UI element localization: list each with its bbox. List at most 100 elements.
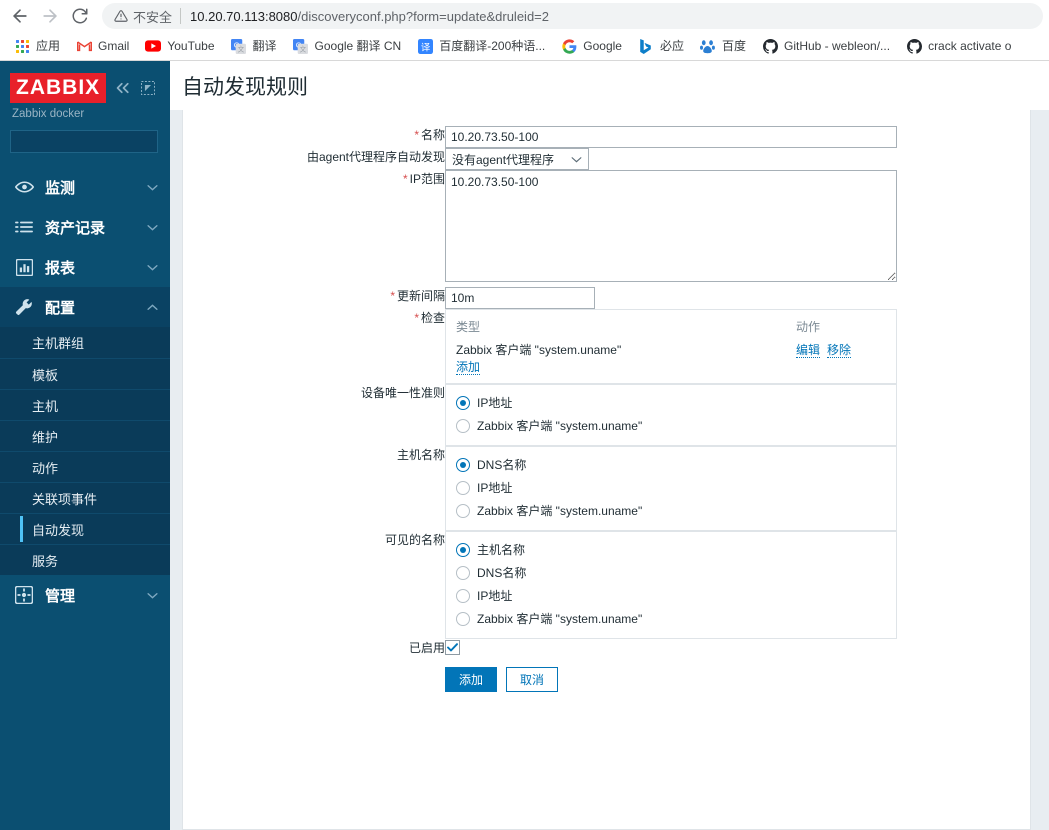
zabbix-logo[interactable]: ZABBIX bbox=[10, 73, 107, 103]
form-row-visiblename: 可见的名称 主机名称 DNS名称 IP地址 Zabbix 客户端 "system… bbox=[183, 531, 1030, 640]
interval-field-cell bbox=[445, 287, 1030, 310]
url-path: /discoveryconf.php?form=update&druleid=2 bbox=[297, 8, 550, 24]
sidebar-item-monitoring[interactable]: 监测 bbox=[0, 167, 170, 207]
iprange-label-cell: * IP范围 bbox=[183, 170, 445, 287]
uniqueness-option-zabbix-agent[interactable]: Zabbix 客户端 "system.uname" bbox=[456, 414, 886, 437]
sidebar-item-event-correlation[interactable]: 关联项事件 bbox=[0, 482, 170, 513]
bookmark-github-webleon[interactable]: GitHub - webleon/... bbox=[754, 34, 898, 58]
required-marker: * bbox=[414, 128, 419, 143]
double-chevron-left-icon[interactable] bbox=[115, 81, 132, 95]
visiblename-option-zabbix-agent[interactable]: Zabbix 客户端 "system.uname" bbox=[456, 607, 886, 630]
bookmark-crack-activate[interactable]: crack activate o bbox=[898, 34, 1019, 58]
search-field[interactable] bbox=[17, 133, 170, 150]
bookmark-bing[interactable]: 必应 bbox=[630, 34, 692, 58]
sidebar-item-configuration[interactable]: 配置 bbox=[0, 287, 170, 327]
radio-icon[interactable] bbox=[456, 395, 470, 410]
radio-icon[interactable] bbox=[456, 588, 470, 603]
buttons-cell: 添加 取消 bbox=[445, 657, 1030, 693]
bookmark-translate[interactable]: G文 翻译 bbox=[223, 34, 285, 58]
radio-label: DNS名称 bbox=[477, 566, 527, 581]
iprange-label: IP范围 bbox=[409, 172, 445, 187]
collapse-panel-icon[interactable] bbox=[141, 81, 156, 95]
radio-icon[interactable] bbox=[456, 611, 470, 626]
sidebar-item-label: 报表 bbox=[45, 259, 76, 277]
search-input[interactable] bbox=[10, 130, 170, 153]
sidebar-item-maintenance[interactable]: 维护 bbox=[0, 420, 170, 451]
bookmark-label: YouTube bbox=[167, 39, 215, 53]
checks-col-action: 动作 bbox=[796, 320, 821, 335]
sidebar-item-reports[interactable]: 报表 bbox=[0, 247, 170, 287]
radio-icon[interactable] bbox=[456, 457, 470, 472]
forward-arrow-icon[interactable] bbox=[36, 2, 64, 30]
cancel-button[interactable]: 取消 bbox=[506, 667, 559, 693]
sidebar-header: ZABBIX bbox=[0, 61, 170, 103]
bookmark-google-translate-cn[interactable]: G文 Google 翻译 CN bbox=[285, 34, 410, 58]
bookmark-baidu[interactable]: 百度 bbox=[692, 34, 754, 58]
sidebar-search-wrap bbox=[0, 120, 170, 153]
reload-icon[interactable] bbox=[66, 2, 94, 30]
hostname-option-ip[interactable]: IP地址 bbox=[456, 476, 886, 499]
name-input[interactable] bbox=[445, 126, 897, 149]
google-translate-icon: G文 bbox=[231, 38, 247, 54]
buttons-spacer-cell bbox=[183, 657, 445, 692]
enabled-checkbox[interactable] bbox=[445, 640, 460, 656]
url-host: 10.20.70.113:8080 bbox=[190, 8, 298, 24]
bookmark-label: GitHub - webleon/... bbox=[784, 39, 891, 53]
sidebar-item-templates[interactable]: 模板 bbox=[0, 358, 170, 389]
radio-icon[interactable] bbox=[456, 418, 470, 433]
interval-input[interactable] bbox=[445, 287, 595, 310]
bookmark-apps[interactable]: 应用 bbox=[6, 34, 68, 58]
form-table: *名称 由agent代理程序自动发现 没有agent代理 bbox=[183, 126, 1030, 693]
page-title: 自动发现规则 bbox=[182, 76, 308, 99]
sidebar-subitem-label: 动作 bbox=[32, 460, 59, 476]
submit-button[interactable]: 添加 bbox=[445, 667, 498, 693]
sidebar-item-inventory[interactable]: 资产记录 bbox=[0, 207, 170, 247]
checks-table: 类型 动作 Zabbix 客户端 "system.uname" 编辑 移除 添加 bbox=[456, 318, 886, 376]
add-check-link[interactable]: 添加 bbox=[456, 360, 481, 376]
checks-field-cell: 类型 动作 Zabbix 客户端 "system.uname" 编辑 移除 添加 bbox=[445, 309, 1030, 385]
visiblename-label-cell: 可见的名称 bbox=[183, 531, 445, 639]
sidebar-item-discovery[interactable]: 自动发现 bbox=[0, 513, 170, 544]
chevron-down-icon bbox=[147, 264, 158, 271]
back-arrow-icon[interactable] bbox=[6, 2, 34, 30]
bookmark-label: 百度翻译-200种语... bbox=[439, 39, 546, 53]
remove-check-link[interactable]: 移除 bbox=[827, 343, 852, 359]
sidebar-item-hosts[interactable]: 主机 bbox=[0, 389, 170, 420]
proxy-label: 由agent代理程序自动发现 bbox=[306, 150, 445, 165]
hostname-option-zabbix-agent[interactable]: Zabbix 客户端 "system.uname" bbox=[456, 499, 886, 522]
radio-icon[interactable] bbox=[456, 565, 470, 580]
edit-check-link[interactable]: 编辑 bbox=[796, 343, 821, 359]
uniqueness-option-ip[interactable]: IP地址 bbox=[456, 391, 886, 414]
radio-label: 主机名称 bbox=[477, 543, 526, 558]
form-row-interval: * 更新间隔 bbox=[183, 287, 1030, 310]
list-icon bbox=[14, 220, 34, 234]
sidebar-item-services[interactable]: 服务 bbox=[0, 544, 170, 575]
interval-label: 更新间隔 bbox=[396, 289, 445, 304]
iprange-textarea[interactable]: 10.20.73.50-100 bbox=[445, 170, 897, 283]
radio-icon[interactable] bbox=[456, 503, 470, 518]
visiblename-option-ip[interactable]: IP地址 bbox=[456, 584, 886, 607]
bookmark-label: Google 翻译 CN bbox=[314, 39, 402, 53]
address-bar[interactable]: 不安全 10.20.70.113:8080/discoveryconf.php?… bbox=[102, 3, 1043, 29]
radio-icon[interactable] bbox=[456, 542, 470, 557]
checks-label-cell: * 检查 bbox=[183, 309, 445, 384]
insecure-warning-icon bbox=[114, 9, 128, 23]
sidebar-item-administration[interactable]: 管理 bbox=[0, 575, 170, 615]
visiblename-option-dns[interactable]: DNS名称 bbox=[456, 561, 886, 584]
visiblename-option-hostname[interactable]: 主机名称 bbox=[456, 538, 886, 561]
sidebar-item-label: 资产记录 bbox=[45, 219, 106, 237]
sidebar-item-host-groups[interactable]: 主机群组 bbox=[0, 327, 170, 358]
checks-add-row: 添加 bbox=[456, 358, 886, 376]
sidebar-subitem-label: 主机群组 bbox=[32, 336, 85, 351]
bookmark-baidu-translate[interactable]: 译 百度翻译-200种语... bbox=[409, 34, 553, 58]
radio-icon[interactable] bbox=[456, 480, 470, 495]
bookmark-google[interactable]: Google bbox=[553, 34, 630, 58]
bookmark-gmail[interactable]: Gmail bbox=[68, 34, 137, 58]
eye-icon bbox=[14, 180, 34, 194]
proxy-select[interactable]: 没有agent代理程序 bbox=[445, 148, 589, 171]
hostname-option-dns[interactable]: DNS名称 bbox=[456, 453, 886, 476]
chevron-down-icon bbox=[147, 184, 158, 191]
browser-chrome: 不安全 10.20.70.113:8080/discoveryconf.php?… bbox=[0, 0, 1049, 61]
sidebar-item-actions[interactable]: 动作 bbox=[0, 451, 170, 482]
bookmark-youtube[interactable]: YouTube bbox=[137, 34, 222, 58]
